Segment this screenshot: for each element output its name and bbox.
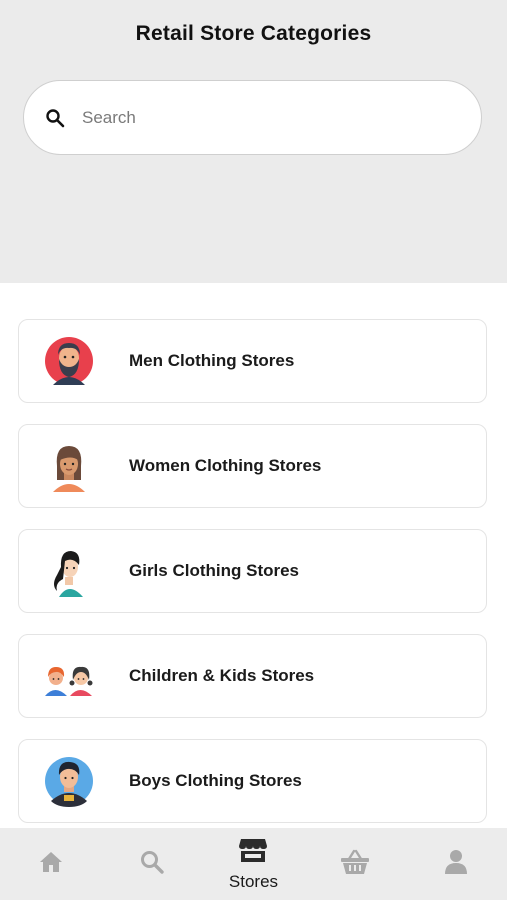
category-card-kids[interactable]: Children & Kids Stores: [18, 634, 487, 718]
page-title: Retail Store Categories: [135, 22, 372, 45]
category-label: Boys Clothing Stores: [129, 771, 302, 790]
category-label: Children & Kids Stores: [129, 666, 315, 685]
search-bar[interactable]: [23, 80, 482, 155]
tab-profile[interactable]: [416, 828, 496, 900]
category-card-men[interactable]: Men Clothing Stores: [18, 319, 487, 403]
tab-stores[interactable]: Stores: [213, 828, 293, 900]
basket-icon: [340, 849, 370, 880]
category-card-girls[interactable]: Girls Clothing Stores: [18, 529, 487, 613]
category-label: Women Clothing Stores: [129, 456, 322, 475]
tab-search[interactable]: [112, 828, 192, 900]
man-avatar-icon: [43, 335, 95, 387]
header: Retail Store Categories: [0, 0, 507, 283]
tab-label: Stores: [228, 871, 279, 891]
boy-avatar-icon: [43, 755, 95, 807]
girl-avatar-icon: [43, 545, 95, 597]
category-card-women[interactable]: Women Clothing Stores: [18, 424, 487, 508]
search-icon: [44, 107, 66, 129]
search-input[interactable]: [82, 107, 442, 128]
bottom-tab-bar: Stores: [0, 828, 507, 900]
search-icon: [139, 849, 165, 880]
home-icon: [38, 850, 64, 879]
category-card-boys[interactable]: Boys Clothing Stores: [18, 739, 487, 823]
store-icon: [238, 837, 268, 868]
user-icon: [444, 849, 468, 880]
app-screen: Retail Store Categories Search Men Cloth…: [0, 0, 507, 900]
woman-avatar-icon: [43, 440, 95, 492]
category-label: Girls Clothing Stores: [129, 561, 300, 580]
tab-home[interactable]: [11, 828, 91, 900]
category-label: Men Clothing Stores: [129, 351, 295, 370]
tab-basket[interactable]: [315, 828, 395, 900]
category-list: Men Clothing Stores Women Clothing Store…: [18, 319, 487, 844]
kids-avatar-icon: [43, 650, 95, 702]
